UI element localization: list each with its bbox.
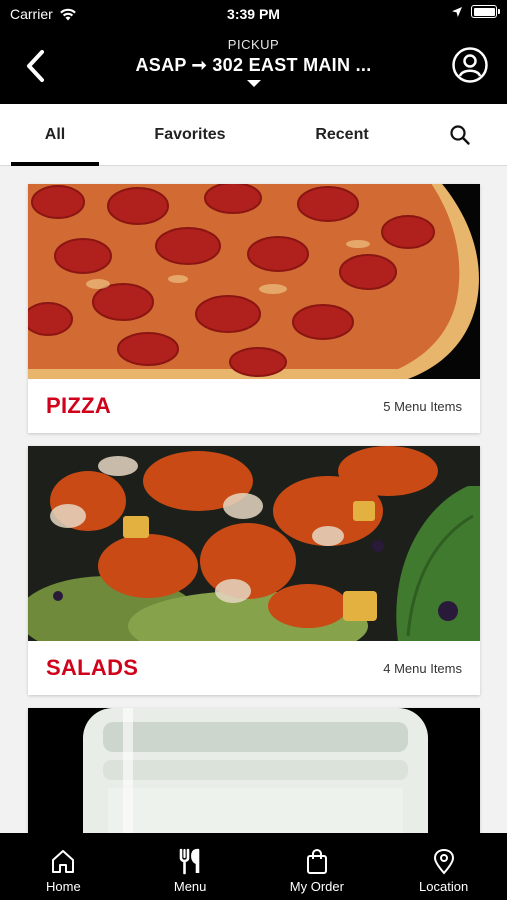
category-list: PIZZA 5 Menu Items SALADS 4 Menu Items <box>0 166 507 833</box>
category-card-salads[interactable]: SALADS 4 Menu Items <box>28 446 480 695</box>
app-header: PICKUP ASAP ➞ 302 EAST MAIN ... <box>0 28 507 104</box>
home-icon <box>52 850 75 873</box>
nav-my-order[interactable]: My Order <box>254 833 381 900</box>
caret-down-icon <box>246 80 261 87</box>
nav-home[interactable]: Home <box>0 833 127 900</box>
category-card-pizza[interactable]: PIZZA 5 Menu Items <box>28 184 480 433</box>
nav-label: Home <box>46 879 81 894</box>
menu-item-count: 4 Menu Items <box>383 660 462 676</box>
tab-recent[interactable]: Recent <box>290 104 394 166</box>
bag-icon <box>306 848 327 874</box>
nav-menu[interactable]: Menu <box>127 833 254 900</box>
tab-favorites[interactable]: Favorites <box>135 104 245 166</box>
lemonade-image <box>28 708 480 833</box>
profile-button[interactable] <box>451 46 489 84</box>
status-time: 3:39 PM <box>227 6 280 22</box>
status-right <box>451 5 500 18</box>
battery-icon <box>471 5 500 18</box>
pickup-route: ASAP ➞ 302 EAST MAIN ... <box>135 55 372 75</box>
category-card-drinks[interactable] <box>28 708 480 833</box>
menu-item-count: 5 Menu Items <box>383 398 462 414</box>
nav-label: Menu <box>173 879 207 894</box>
tab-all[interactable]: All <box>11 104 99 166</box>
nav-location[interactable]: Location <box>380 833 507 900</box>
card-footer: PIZZA 5 Menu Items <box>28 379 480 433</box>
search-button[interactable] <box>449 124 471 146</box>
category-title: SALADS <box>46 655 139 680</box>
bottom-nav: Home Menu My Order Location <box>0 833 507 900</box>
nav-label: My Order <box>289 879 344 894</box>
category-title: PIZZA <box>46 393 112 418</box>
pickup-selector[interactable]: PICKUP ASAP ➞ 302 EAST MAIN ... <box>80 37 427 87</box>
category-tabs: All Favorites Recent <box>0 104 507 166</box>
user-icon <box>452 47 488 83</box>
pickup-mode-label: PICKUP <box>227 37 280 52</box>
pizza-image <box>28 184 480 379</box>
location-arrow-icon <box>452 6 462 17</box>
back-button[interactable] <box>18 46 52 86</box>
location-icon <box>433 848 454 875</box>
status-bar: Carrier 3:39 PM <box>0 0 507 28</box>
salad-image <box>28 446 480 641</box>
chevron-left-icon <box>27 50 44 82</box>
card-footer: SALADS 4 Menu Items <box>28 641 480 695</box>
utensils-icon <box>179 848 200 875</box>
search-icon <box>450 125 470 145</box>
nav-label: Location <box>419 879 469 894</box>
